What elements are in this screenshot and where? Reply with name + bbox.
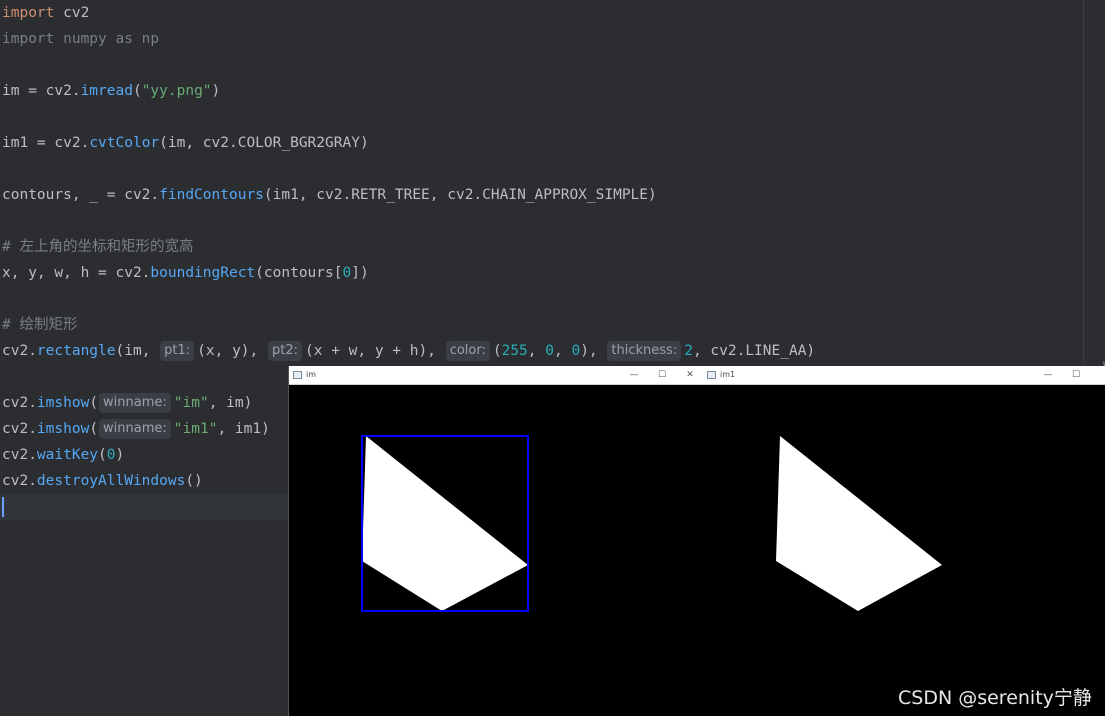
- function-name: imshow: [36, 421, 90, 437]
- minimize-button[interactable]: —: [1035, 366, 1061, 384]
- code-text: , cv2.LINE_AA): [692, 343, 816, 359]
- code-text: x, y, w, h = cv2.: [2, 265, 151, 281]
- code-comment: # 绘制矩形: [2, 317, 78, 333]
- unused-import: import numpy as np: [2, 31, 160, 47]
- parameter-hint-pt1: pt1:: [160, 341, 195, 361]
- number-literal: 0: [106, 447, 116, 463]
- opencv-window-im1[interactable]: im1 — ☐: [703, 366, 1105, 716]
- minimize-button[interactable]: —: [621, 366, 647, 384]
- string-literal: "im1": [173, 421, 218, 437]
- parameter-hint-color: color:: [445, 341, 490, 361]
- code-line-10[interactable]: cv2.imshow(winname: "im", im): [2, 390, 252, 416]
- current-line-highlight: [0, 494, 288, 520]
- image-canvas-im1: [703, 385, 1105, 716]
- code-text: contours, _ = cv2.: [2, 187, 160, 203]
- keyword: import: [2, 5, 55, 21]
- code-text: (contours[: [255, 265, 343, 281]
- code-text: ): [211, 83, 221, 99]
- text-caret: [2, 497, 4, 517]
- code-line-1[interactable]: import cv2: [2, 0, 89, 26]
- code-text: (: [89, 395, 99, 411]
- code-text: ,: [527, 343, 546, 359]
- function-name: boundingRect: [150, 265, 256, 281]
- code-line-12[interactable]: cv2.waitKey(0): [2, 442, 124, 468]
- function-name: destroyAllWindows: [36, 473, 186, 489]
- right-margin-guide: [1083, 0, 1084, 366]
- code-text: cv2.: [2, 343, 37, 359]
- number-literal: 0: [545, 343, 554, 359]
- code-line-13[interactable]: cv2.destroyAllWindows(): [2, 468, 203, 494]
- code-text: (x + w, y + h),: [305, 343, 445, 359]
- function-name: imshow: [36, 395, 90, 411]
- code-text: cv2.: [2, 395, 37, 411]
- code-text: (x, y),: [197, 343, 267, 359]
- code-text: ,: [554, 343, 572, 359]
- string-literal: "im": [173, 395, 209, 411]
- close-button[interactable]: ✕: [677, 366, 703, 384]
- function-name: findContours: [159, 187, 264, 203]
- window-title: im1: [720, 370, 736, 379]
- string-literal: "yy.png": [141, 83, 212, 99]
- window-titlebar[interactable]: im1 — ☐: [703, 366, 1105, 385]
- code-text: (: [89, 421, 99, 437]
- code-text: cv2: [54, 5, 90, 21]
- code-line-2[interactable]: import numpy as np: [2, 26, 159, 52]
- code-text: (): [185, 473, 203, 489]
- code-text: (im, cv2.COLOR_BGR2GRAY): [159, 135, 369, 151]
- code-text: , im): [208, 395, 253, 411]
- code-line-4[interactable]: im1 = cv2.cvtColor(im, cv2.COLOR_BGR2GRA…: [2, 130, 369, 156]
- function-name: cvtColor: [89, 135, 160, 151]
- code-text: cv2.: [2, 447, 37, 463]
- code-text: ),: [580, 343, 607, 359]
- code-line-6[interactable]: # 左上角的坐标和矩形的宽高: [2, 234, 193, 260]
- code-text: , im1): [217, 421, 270, 437]
- code-text: (im1, cv2.RETR_TREE, cv2.CHAIN_APPROX_SI…: [263, 187, 657, 203]
- number-literal: 255: [501, 343, 528, 359]
- function-name: imread: [80, 83, 133, 99]
- number-literal: 0: [342, 265, 352, 281]
- parameter-hint-winname: winname:: [99, 419, 171, 439]
- code-line-11[interactable]: cv2.imshow(winname: "im1", im1): [2, 416, 270, 442]
- number-literal: 0: [571, 343, 581, 359]
- app-window-icon: [707, 371, 716, 379]
- code-text: ): [115, 447, 125, 463]
- code-text: (im,: [115, 343, 160, 359]
- code-text: ]): [351, 265, 369, 281]
- function-name: waitKey: [36, 447, 99, 463]
- code-text: (: [132, 83, 142, 99]
- code-line-8[interactable]: # 绘制矩形: [2, 312, 77, 338]
- code-text: im = cv2.: [2, 83, 81, 99]
- number-literal: 2: [684, 343, 693, 359]
- watermark: CSDN @serenity宁静: [898, 687, 1092, 709]
- image-canvas-im: [289, 385, 703, 716]
- parameter-hint-pt2: pt2:: [268, 341, 302, 361]
- code-line-3[interactable]: im = cv2.imread("yy.png"): [2, 78, 220, 104]
- code-line-5[interactable]: contours, _ = cv2.findContours(im1, cv2.…: [2, 182, 657, 208]
- maximize-button[interactable]: ☐: [1063, 366, 1089, 384]
- window-titlebar[interactable]: im — ☐ ✕: [289, 366, 703, 385]
- window-title: im: [306, 370, 317, 379]
- app-window-icon: [293, 371, 302, 379]
- code-line-7[interactable]: x, y, w, h = cv2.boundingRect(contours[0…: [2, 260, 369, 286]
- code-comment: # 左上角的坐标和矩形的宽高: [2, 239, 194, 255]
- code-line-9[interactable]: cv2.rectangle(im, pt1: (x, y), pt2: (x + w…: [2, 338, 815, 364]
- function-name: rectangle: [36, 343, 116, 359]
- code-text: cv2.: [2, 473, 37, 489]
- parameter-hint-winname: winname:: [99, 393, 171, 413]
- code-text: im1 = cv2.: [2, 135, 90, 151]
- opencv-window-im[interactable]: im — ☐ ✕: [288, 366, 703, 716]
- code-text: (: [492, 343, 502, 359]
- code-text: (: [98, 447, 107, 463]
- maximize-button[interactable]: ☐: [649, 366, 675, 384]
- code-text: cv2.: [2, 421, 37, 437]
- parameter-hint-thickness: thickness:: [607, 341, 682, 361]
